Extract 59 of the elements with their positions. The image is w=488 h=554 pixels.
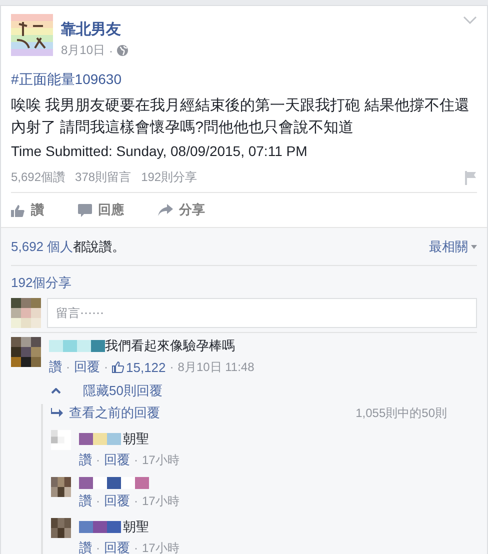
previous-replies-link[interactable]: 查看之前的回覆: [69, 404, 160, 422]
comment-time[interactable]: 8月10日 11:48: [178, 358, 254, 376]
comment-action-link[interactable]: 回覆: [74, 358, 100, 376]
post-stat-link[interactable]: 378則留言: [75, 169, 132, 186]
shares-link[interactable]: 192個分享: [11, 266, 477, 298]
separator: ·: [109, 44, 114, 58]
comment-like-count[interactable]: 15,122: [112, 360, 166, 374]
separator: ·: [66, 360, 70, 374]
post-text: 唉唉 我男朋友硬要在我月經結束後的第一天跟我打砲 結果他撐不住還內射了 請問我這樣會懷孕嗎?問他他也只會說不知道: [11, 96, 470, 138]
flag-icon[interactable]: [465, 170, 477, 184]
comment-input[interactable]: 留言⋯⋯: [47, 298, 477, 328]
comment-button[interactable]: 回應: [78, 201, 124, 219]
share-arrow-icon: [158, 204, 173, 216]
post-stat-link[interactable]: 5,692個讚: [11, 169, 66, 186]
chevron-up-icon: [51, 388, 61, 394]
reply-time[interactable]: 17小時: [142, 540, 180, 554]
caret-icon: [471, 245, 477, 249]
post-stat-link[interactable]: 192則分享: [141, 169, 198, 186]
hashtag-link[interactable]: #正面能量109630: [11, 71, 477, 89]
blurred-name: [79, 433, 121, 445]
thumbs-up-icon: [11, 204, 25, 216]
reply-time[interactable]: 17小時: [142, 452, 180, 468]
comment-action-link[interactable]: 讚: [79, 492, 92, 510]
thumbs-up-icon: [112, 361, 124, 373]
replies-count: 1,055則中的50則: [356, 404, 447, 422]
hide-replies-link[interactable]: 隱藏50則回覆: [83, 382, 162, 400]
separator: ·: [104, 360, 108, 374]
comment-action-link[interactable]: 讚: [79, 451, 92, 469]
comment-action-link[interactable]: 回覆: [104, 492, 130, 510]
separator: ·: [134, 453, 138, 467]
page-name[interactable]: 靠北男友: [61, 20, 128, 39]
speech-bubble-icon: [78, 204, 92, 216]
like-button[interactable]: 讚: [11, 201, 44, 219]
separator: ·: [96, 453, 100, 467]
comment-text: 我們看起來像驗孕棒嗎: [105, 337, 235, 355]
comment-action-link[interactable]: 讚: [49, 358, 62, 376]
globe-icon: [117, 45, 128, 56]
blurred-name: [79, 521, 121, 533]
comment-action-link[interactable]: 讚: [79, 539, 92, 554]
separator: ·: [134, 494, 138, 508]
share-button[interactable]: 分享: [158, 201, 205, 219]
chevron-down-icon[interactable]: [463, 16, 477, 24]
sort-dropdown[interactable]: 最相關: [429, 238, 477, 256]
reply-text: 朝聖: [123, 518, 149, 536]
likes-count-link[interactable]: 5,692 個人: [11, 238, 74, 256]
blurred-name: [49, 340, 105, 352]
comment-action-link[interactable]: 回覆: [104, 451, 130, 469]
separator: ·: [96, 494, 100, 508]
likes-summary-text: 都說讚。: [73, 238, 126, 256]
separator: ·: [96, 541, 100, 554]
reply-time[interactable]: 17小時: [142, 492, 180, 510]
blurred-name: [79, 477, 149, 489]
separator: ·: [134, 541, 138, 554]
comment-action-link[interactable]: 回覆: [104, 539, 130, 554]
reply-text: 朝聖: [123, 430, 149, 448]
time-submitted: Time Submitted: Sunday, 08/09/2015, 07:11 PM: [11, 143, 308, 159]
reply-arrow-icon: [51, 408, 63, 418]
post-date[interactable]: 8月10日: [61, 42, 106, 59]
separator: ·: [170, 360, 174, 374]
